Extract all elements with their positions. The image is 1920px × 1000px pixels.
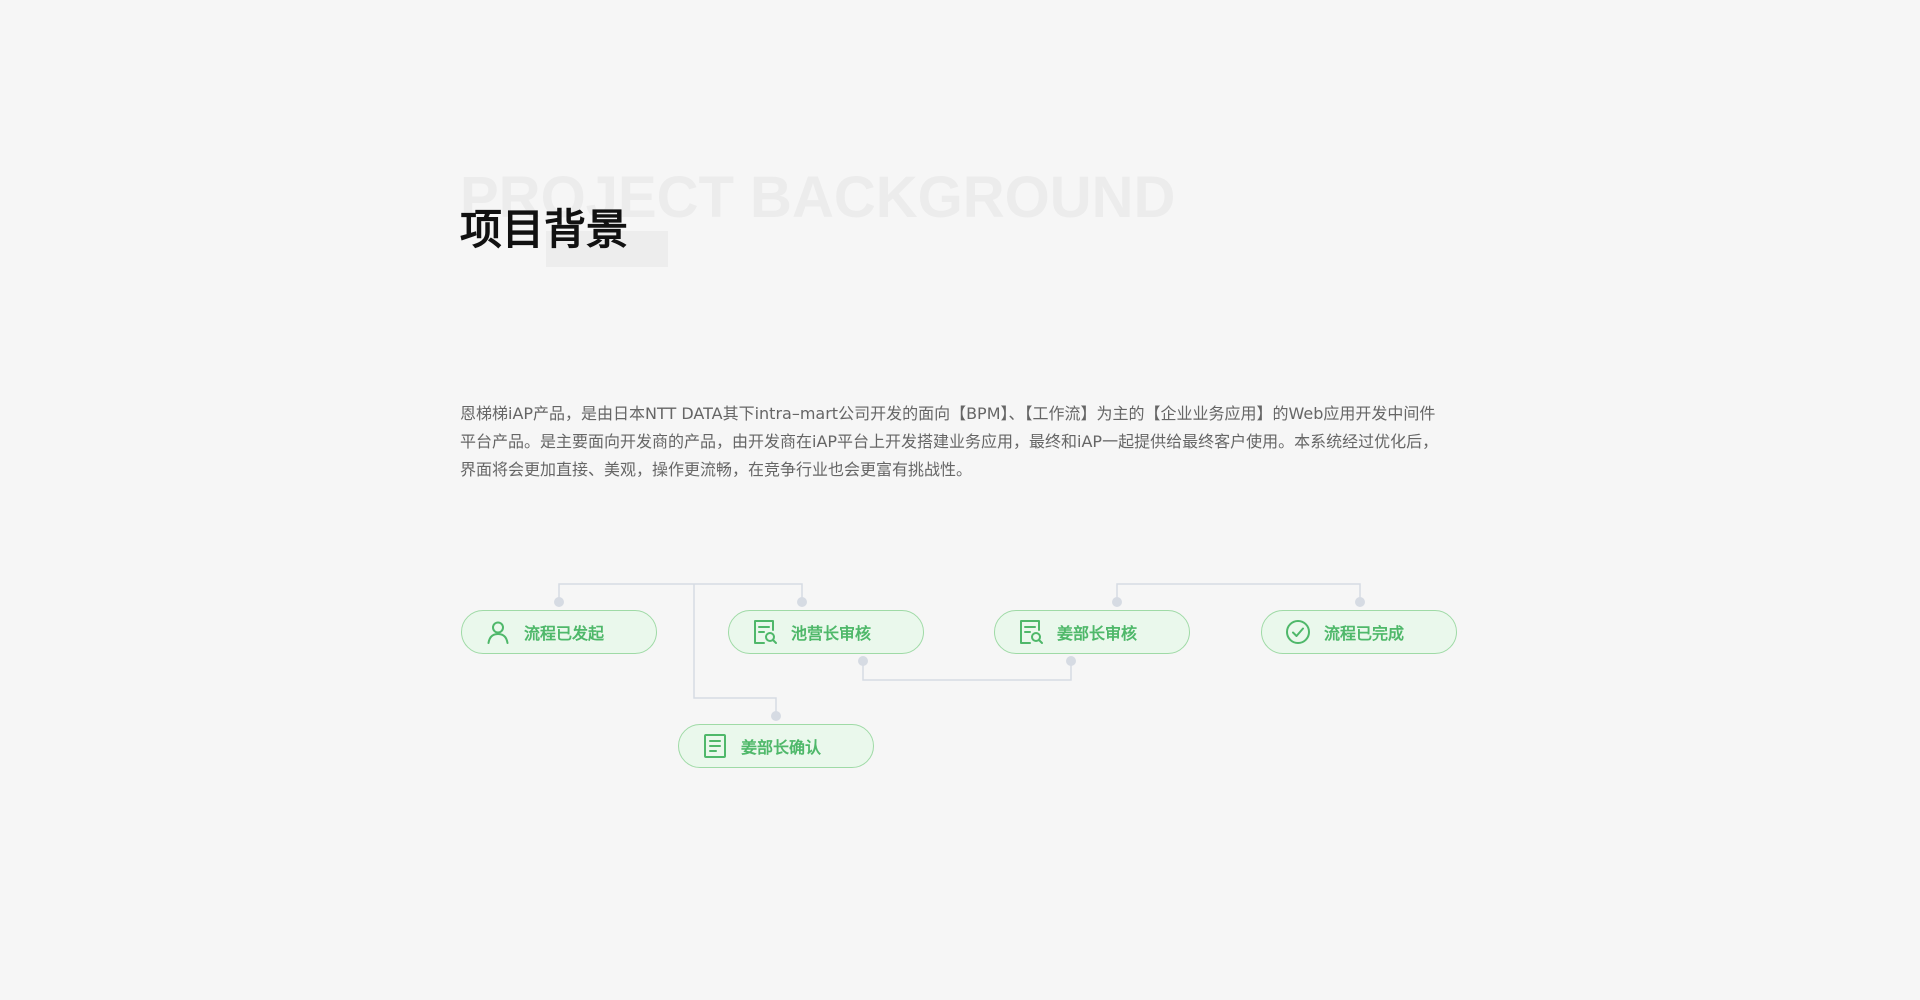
flow-connectors (554, 583, 1365, 721)
review-document-icon (1017, 618, 1045, 646)
flow-node-started[interactable]: 流程已发起 (461, 610, 657, 654)
check-circle-icon (1284, 618, 1312, 646)
connector-jiang-to-done (1116, 583, 1361, 602)
flow-node-jiang-review[interactable]: 姜部长审核 (994, 610, 1190, 654)
flow-node-chi-review[interactable]: 池营长审核 (728, 610, 924, 654)
flow-node-label: 流程已完成 (1324, 624, 1405, 643)
connector-dot (1066, 656, 1076, 666)
flow-node-label: 池营长审核 (791, 624, 872, 643)
flow-node-jiang-confirm[interactable]: 姜部长确认 (678, 724, 874, 768)
connector-dot (771, 711, 781, 721)
connector-dot (1112, 597, 1122, 607)
flow-node-completed[interactable]: 流程已完成 (1261, 610, 1457, 654)
user-icon (484, 618, 512, 646)
connector-dot (554, 597, 564, 607)
page: PROJECT BACKGROUND 项目背景 恩梯梯iAP产品，是由日本NTT… (0, 0, 1920, 1000)
flow-node-label: 姜部长审核 (1057, 624, 1138, 643)
connector-dot (797, 597, 807, 607)
connector-dot (858, 656, 868, 666)
document-icon (701, 732, 729, 760)
flow-node-label: 流程已发起 (524, 624, 605, 643)
connector-dot (1355, 597, 1365, 607)
flow-node-label: 姜部长确认 (741, 738, 822, 757)
connector-chi-to-jiang (862, 661, 1072, 681)
connector-start-to-chi (558, 583, 803, 602)
review-document-icon (751, 618, 779, 646)
